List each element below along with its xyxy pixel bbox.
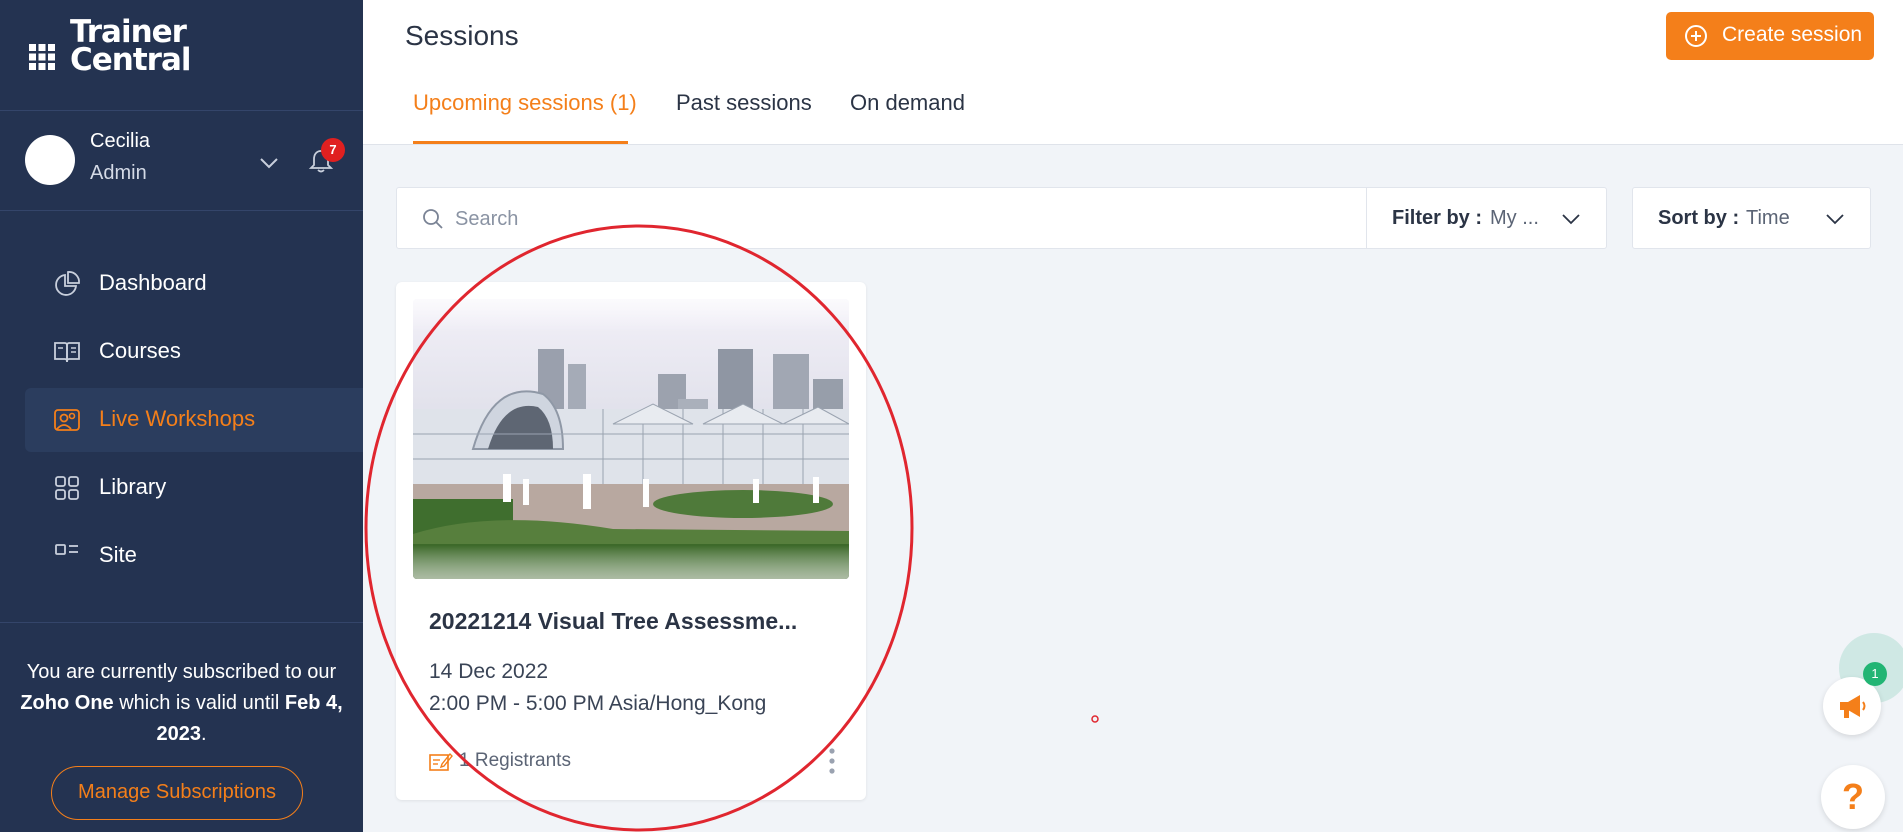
- sort-value: Time: [1746, 207, 1790, 229]
- logo-line-2: Central: [70, 42, 191, 78]
- registrants-icon: [429, 752, 453, 771]
- book-icon: [54, 342, 80, 363]
- sidebar-item-live-workshops[interactable]: Live Workshops: [25, 388, 363, 452]
- annotation-dot: [1091, 715, 1099, 723]
- search-filter-bar: Filter by : My ...: [396, 187, 1607, 249]
- session-thumbnail: [413, 299, 849, 579]
- sidebar-item-label: Library: [99, 474, 167, 499]
- sidebar-item-site[interactable]: Site: [25, 524, 363, 588]
- tab-upcoming-sessions[interactable]: Upcoming sessions (1): [413, 90, 637, 116]
- page-header: Sessions Create session Upcoming session…: [363, 0, 1903, 145]
- brand-header: Trainer Central: [0, 0, 363, 110]
- session-date: 14 Dec 2022: [429, 660, 549, 683]
- subscription-suffix: .: [200, 723, 207, 745]
- sidebar-item-label: Dashboard: [99, 270, 207, 295]
- subscription-text: You are currently subscribed to our Zoho…: [20, 657, 343, 750]
- registrants-count[interactable]: 1 Registrants: [459, 750, 571, 772]
- tab-past-sessions[interactable]: Past sessions: [676, 90, 812, 116]
- subscription-plan: Zoho One: [20, 692, 114, 714]
- apps-grid-icon[interactable]: [28, 43, 56, 71]
- create-session-button[interactable]: Create session: [1666, 12, 1874, 60]
- grid-icon: [55, 476, 79, 500]
- tab-on-demand[interactable]: On demand: [850, 90, 965, 116]
- site-icon: [55, 544, 78, 555]
- sort-dropdown[interactable]: Sort by : Time: [1632, 187, 1871, 249]
- user-panel: Cecilia Admin 7: [0, 112, 363, 210]
- chevron-down-icon: [1562, 214, 1580, 225]
- help-button[interactable]: ?: [1821, 765, 1885, 829]
- plus-circle-icon: [1685, 25, 1707, 47]
- sidebar-item-label: Live Workshops: [99, 406, 256, 431]
- sidebar-divider: [0, 210, 363, 211]
- manage-subscriptions-button[interactable]: Manage Subscriptions: [51, 766, 303, 820]
- more-options-icon[interactable]: [824, 746, 840, 776]
- search-input[interactable]: [455, 200, 1355, 238]
- notification-badge: 7: [321, 138, 345, 162]
- sort-label: Sort by :: [1658, 207, 1740, 229]
- user-name: Cecilia: [90, 130, 151, 152]
- session-time: 2:00 PM - 5:00 PM Asia/Hong_Kong: [429, 692, 767, 715]
- pie-chart-icon: [55, 271, 80, 296]
- announcement-badge: 1: [1863, 662, 1887, 686]
- sidebar: Trainer Central Cecilia Admin 7 Dashboar…: [0, 0, 363, 832]
- filter-label: Filter by :: [1392, 207, 1483, 229]
- user-role: Admin: [90, 162, 147, 184]
- chevron-down-icon: [1826, 214, 1844, 225]
- session-title[interactable]: 20221214 Visual Tree Assessme...: [429, 608, 829, 635]
- page-title: Sessions: [405, 20, 519, 51]
- sidebar-item-library[interactable]: Library: [25, 456, 363, 520]
- session-card[interactable]: 20221214 Visual Tree Assessme... 14 Dec …: [396, 282, 866, 800]
- search-icon: [423, 209, 443, 229]
- subscription-prefix: You are currently subscribed to our: [26, 661, 337, 683]
- create-session-label: Create session: [1722, 23, 1863, 46]
- trainercentral-logo[interactable]: Trainer Central: [70, 17, 191, 78]
- filter-value: My ...: [1490, 207, 1539, 229]
- sidebar-item-courses[interactable]: Courses: [25, 320, 363, 384]
- subscription-middle: which is valid until: [113, 692, 285, 714]
- sidebar-item-label: Courses: [99, 338, 181, 363]
- chevron-down-icon[interactable]: [258, 152, 280, 174]
- active-tab-indicator: [413, 141, 628, 144]
- subscription-panel: You are currently subscribed to our Zoho…: [0, 622, 363, 832]
- sidebar-divider: [0, 110, 363, 111]
- users-icon: [54, 409, 80, 431]
- megaphone-icon: [1840, 695, 1866, 718]
- avatar[interactable]: [25, 135, 75, 185]
- sidebar-item-label: Site: [99, 542, 137, 567]
- sidebar-item-dashboard[interactable]: Dashboard: [25, 252, 363, 316]
